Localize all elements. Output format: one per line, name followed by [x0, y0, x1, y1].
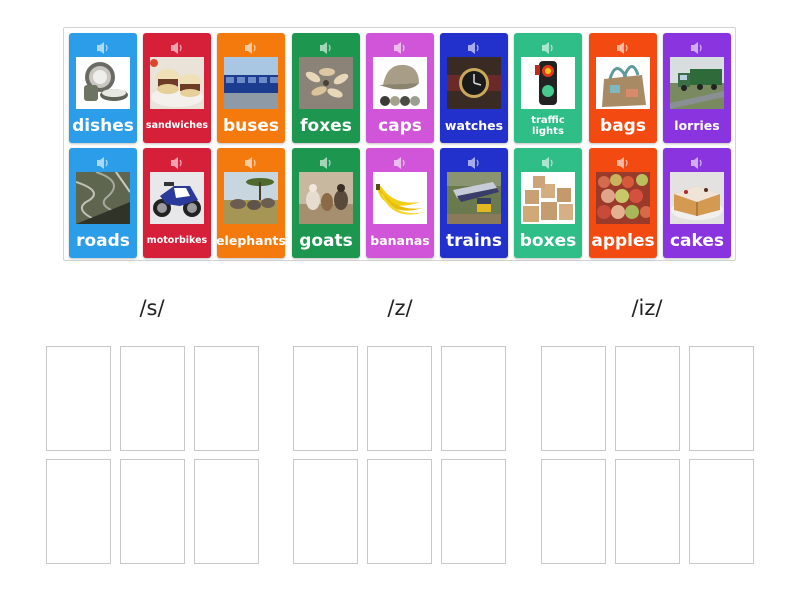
group-heading-s: /s/ — [139, 296, 165, 320]
speaker-icon[interactable] — [589, 155, 657, 169]
card-label: boxes — [519, 230, 577, 251]
card-label: motorbikes — [146, 235, 208, 247]
boxes-image — [521, 172, 575, 224]
card-label: goats — [299, 230, 353, 251]
roads-image — [76, 172, 130, 224]
card-label: cakes — [669, 230, 725, 251]
dishes-image — [76, 57, 130, 109]
speaker-icon[interactable] — [69, 40, 137, 54]
speaker-icon[interactable] — [663, 40, 731, 54]
speaker-icon[interactable] — [514, 155, 582, 169]
group-heading-z: /z/ — [387, 296, 413, 320]
word-card-elephants[interactable]: elephants — [216, 148, 286, 258]
word-card-roads[interactable]: roads — [69, 148, 137, 258]
speaker-icon[interactable] — [69, 155, 137, 169]
card-label: traffic lights — [531, 115, 565, 137]
word-card-motorbikes[interactable]: motorbikes — [143, 148, 211, 258]
drop-slot-z[interactable] — [293, 346, 358, 451]
drop-slot-s[interactable] — [194, 346, 259, 451]
word-card-dishes[interactable]: dishes — [69, 33, 137, 143]
drop-slot-iz[interactable] — [541, 346, 606, 451]
foxes-image — [299, 57, 353, 109]
card-label: roads — [76, 230, 130, 251]
traffic-lights-image — [521, 57, 575, 109]
goats-image — [299, 172, 353, 224]
speaker-icon[interactable] — [366, 40, 434, 54]
drop-slot-s[interactable] — [120, 346, 185, 451]
drop-slot-iz[interactable] — [615, 459, 680, 564]
lorries-image — [670, 57, 724, 109]
word-card-caps[interactable]: caps — [366, 33, 434, 143]
card-label: caps — [378, 115, 422, 136]
card-label: watches — [444, 117, 504, 133]
card-label: lorries — [674, 117, 720, 133]
card-label: apples — [591, 230, 655, 251]
word-card-lorries[interactable]: lorries — [663, 33, 731, 143]
buses-image — [224, 57, 278, 109]
caps-image — [373, 57, 427, 109]
speaker-icon[interactable] — [292, 40, 360, 54]
elephants-image — [224, 172, 278, 224]
speaker-icon[interactable] — [292, 155, 360, 169]
word-card-goats[interactable]: goats — [292, 148, 360, 258]
watches-image — [447, 57, 501, 109]
card-label: bags — [600, 115, 646, 136]
bags-image — [596, 57, 650, 109]
speaker-icon[interactable] — [514, 40, 582, 54]
speaker-icon[interactable] — [663, 155, 731, 169]
word-card-bananas[interactable]: bananas — [366, 148, 434, 258]
drop-slot-z[interactable] — [367, 459, 432, 564]
speaker-icon[interactable] — [366, 155, 434, 169]
drop-slot-iz[interactable] — [689, 346, 754, 451]
speaker-icon[interactable] — [143, 40, 211, 54]
word-card-traffic-lights[interactable]: traffic lights — [514, 33, 582, 143]
drop-slot-z[interactable] — [367, 346, 432, 451]
card-label: trains — [445, 230, 503, 251]
trains-image — [447, 172, 501, 224]
card-label: sandwiches — [145, 120, 209, 132]
sandwiches-image — [150, 57, 204, 109]
drop-slot-iz[interactable] — [615, 346, 680, 451]
drop-slot-s[interactable] — [46, 346, 111, 451]
word-card-bags[interactable]: bags — [589, 33, 657, 143]
speaker-icon[interactable] — [143, 155, 211, 169]
motorbikes-image — [150, 172, 204, 224]
speaker-icon[interactable] — [440, 155, 508, 169]
speaker-icon[interactable] — [589, 40, 657, 54]
card-label: buses — [222, 115, 280, 136]
speaker-icon[interactable] — [217, 155, 285, 169]
word-card-foxes[interactable]: foxes — [292, 33, 360, 143]
cakes-image — [670, 172, 724, 224]
card-label: foxes — [300, 115, 352, 136]
card-label: bananas — [370, 232, 430, 248]
drop-slot-iz[interactable] — [541, 459, 606, 564]
word-card-sandwiches[interactable]: sandwiches — [143, 33, 211, 143]
word-card-apples[interactable]: apples — [589, 148, 657, 258]
apples-image — [596, 172, 650, 224]
drop-slot-s[interactable] — [46, 459, 111, 564]
word-card-trains[interactable]: trains — [440, 148, 508, 258]
group-heading-iz: /iz/ — [631, 296, 663, 320]
bananas-image — [373, 172, 427, 224]
drop-slot-z[interactable] — [441, 346, 506, 451]
drop-slot-z[interactable] — [293, 459, 358, 564]
card-label: elephants — [216, 232, 286, 248]
word-card-cakes[interactable]: cakes — [663, 148, 731, 258]
word-card-watches[interactable]: watches — [440, 33, 508, 143]
word-card-boxes[interactable]: boxes — [514, 148, 582, 258]
drop-slot-iz[interactable] — [689, 459, 754, 564]
drop-slot-z[interactable] — [441, 459, 506, 564]
drop-slot-s[interactable] — [120, 459, 185, 564]
card-label: dishes — [72, 115, 134, 136]
word-card-buses[interactable]: buses — [217, 33, 285, 143]
speaker-icon[interactable] — [217, 40, 285, 54]
drop-slot-s[interactable] — [194, 459, 259, 564]
speaker-icon[interactable] — [440, 40, 508, 54]
